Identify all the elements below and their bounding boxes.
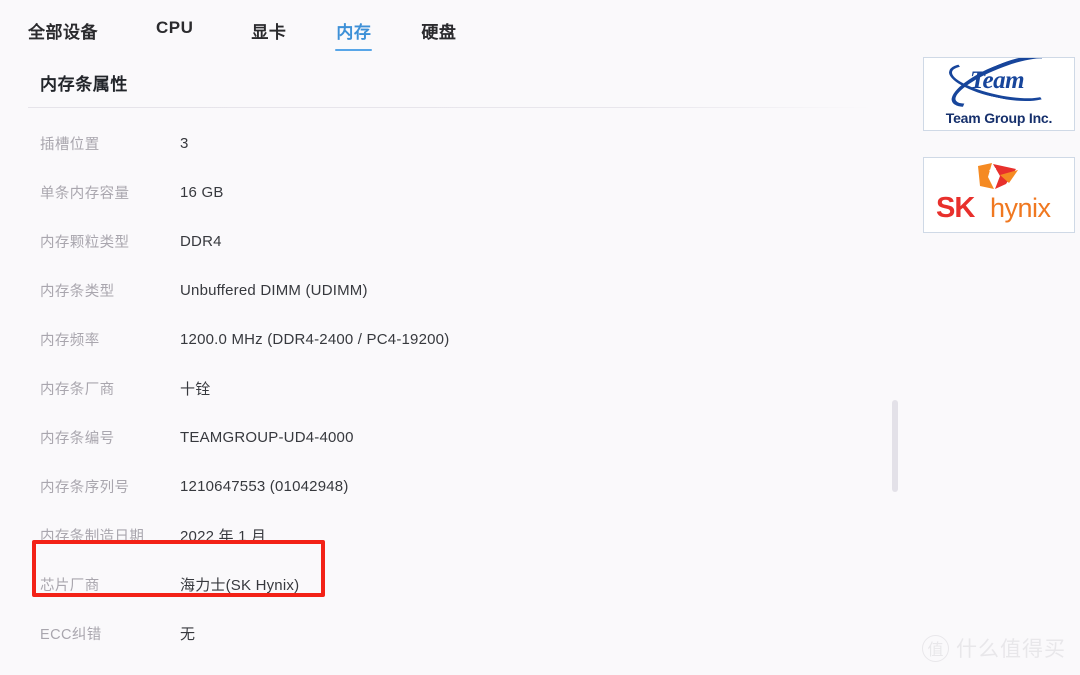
property-value: 十铨 [180, 381, 211, 398]
tab-cpu[interactable]: CPU [156, 0, 193, 48]
property-value: 1200.0 MHz (DDR4-2400 / PC4-19200) [180, 331, 450, 348]
memory-property-list: 插槽位置 3 单条内存容量 16 GB 内存颗粒类型 DDR4 内存条类型 Un… [0, 119, 880, 675]
table-row: 行地址位 17 [0, 658, 880, 675]
property-value: 16 GB [180, 184, 224, 201]
team-group-logo: Team Team Group Inc. [923, 57, 1075, 131]
table-row: 内存颗粒类型 DDR4 [0, 217, 880, 266]
tab-disk[interactable]: 硬盘 [421, 0, 456, 53]
table-row: 内存条类型 Unbuffered DIMM (UDIMM) [0, 266, 880, 315]
property-label: 内存条制造日期 [40, 529, 145, 545]
property-value: 3 [180, 135, 189, 152]
property-value: 无 [180, 626, 196, 643]
table-row: 内存条厂商 十铨 [0, 364, 880, 413]
property-label: 内存颗粒类型 [40, 235, 130, 251]
property-label: 内存条编号 [40, 431, 115, 447]
property-value: Unbuffered DIMM (UDIMM) [180, 282, 368, 299]
tab-gpu[interactable]: 显卡 [251, 0, 286, 53]
page-title: 内存条属性 [40, 75, 128, 94]
property-label: 单条内存容量 [40, 186, 130, 202]
team-logo-subtitle: Team Group Inc. [945, 110, 1053, 126]
table-row: 单条内存容量 16 GB [0, 168, 880, 217]
property-label: 插槽位置 [40, 137, 100, 153]
team-swoosh-icon: Team [926, 58, 1072, 118]
sk-hynix-logo: SK hynix [923, 157, 1075, 233]
vendor-logo-panel: Team Team Group Inc. SK hynix [920, 0, 1080, 675]
property-value: 2022 年 1 月 [180, 528, 267, 545]
property-label: 内存条序列号 [40, 480, 130, 496]
tab-memory[interactable]: 内存 [335, 0, 373, 53]
table-row: 内存条编号 TEAMGROUP-UD4-4000 [0, 413, 880, 462]
property-value: TEAMGROUP-UD4-4000 [180, 429, 354, 446]
table-row-chip-vendor: 芯片厂商 海力士(SK Hynix) [0, 560, 880, 609]
table-row: 内存条制造日期 2022 年 1 月 [0, 511, 880, 560]
scrollbar-track[interactable] [890, 0, 900, 675]
property-label: 芯片厂商 [40, 578, 100, 594]
property-value: 海力士(SK Hynix) [180, 577, 300, 594]
hynix-logo-sk: SK [936, 192, 975, 224]
device-tabs: 全部设备 CPU 显卡 内存 硬盘 [0, 0, 1080, 58]
section-divider [28, 107, 873, 108]
property-label: 内存条类型 [40, 284, 115, 300]
tab-all-devices[interactable]: 全部设备 [28, 0, 98, 53]
property-label: 内存条厂商 [40, 382, 115, 398]
hynix-butterfly-icon [978, 163, 1018, 189]
scrollbar-thumb[interactable] [892, 400, 898, 492]
property-value: 1210647553 (01042948) [180, 478, 349, 495]
table-row: 内存条序列号 1210647553 (01042948) [0, 462, 880, 511]
table-row: 内存频率 1200.0 MHz (DDR4-2400 / PC4-19200) [0, 315, 880, 364]
hynix-logo-word: hynix [990, 193, 1051, 223]
property-value: DDR4 [180, 233, 222, 250]
property-label: 内存频率 [40, 333, 100, 349]
table-row: ECC纠错 无 [0, 609, 880, 658]
table-row: 插槽位置 3 [0, 119, 880, 168]
property-label: ECC纠错 [40, 627, 102, 643]
team-logo-word: Team [970, 67, 1025, 94]
